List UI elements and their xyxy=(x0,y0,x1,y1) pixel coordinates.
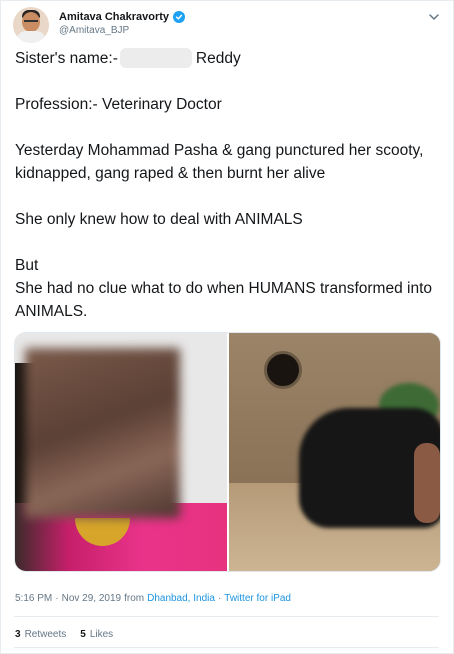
tweet-header: Amitava Chakravorty @Amitava_BJP xyxy=(13,7,443,43)
media-photo-portrait[interactable] xyxy=(15,333,227,571)
tweet-line-but: But xyxy=(15,257,39,274)
tweet-card: Amitava Chakravorty @Amitava_BJP Sister'… xyxy=(0,0,454,654)
author-name-row[interactable]: Amitava Chakravorty xyxy=(59,9,186,25)
verified-badge-icon xyxy=(173,11,186,23)
tweet-date[interactable]: Nov 29, 2019 xyxy=(62,593,122,604)
tweet-location-link[interactable]: Dhanbad, India xyxy=(147,593,215,604)
likes-label: Likes xyxy=(89,629,114,640)
chevron-down-icon[interactable] xyxy=(427,10,441,24)
tweet-time[interactable]: 5:16 PM xyxy=(15,593,52,604)
redacted-name xyxy=(119,48,192,68)
blurred-face xyxy=(25,348,180,518)
author-display-name[interactable]: Amitava Chakravorty xyxy=(59,11,169,23)
divider xyxy=(14,616,439,617)
divider-bottom xyxy=(14,647,439,648)
retweets-stat[interactable]: 3 Retweets xyxy=(15,629,66,640)
likes-count: 5 xyxy=(80,629,86,640)
tweet-meta: 5:16 PM · Nov 29, 2019 from Dhanbad, Ind… xyxy=(15,593,291,604)
tweet-line-animals: She only knew how to deal with ANIMALS xyxy=(15,211,303,228)
tweet-source-link[interactable]: Twitter for iPad xyxy=(224,593,291,604)
tweet-line-sister-name: Sister's name:- Reddy xyxy=(15,48,241,68)
tweet-line-profession: Profession:- Veterinary Doctor xyxy=(15,96,222,113)
retweets-count: 3 xyxy=(15,629,21,640)
tweet-line-incident: Yesterday Mohammad Pasha & gang puncture… xyxy=(15,142,424,182)
author-handle[interactable]: @Amitava_BJP xyxy=(59,25,129,36)
tweet-stats: 3 Retweets 5 Likes xyxy=(15,629,127,640)
media-photo-scene[interactable] xyxy=(229,333,440,571)
retweets-label: Retweets xyxy=(24,629,67,640)
likes-stat[interactable]: 5 Likes xyxy=(80,629,113,640)
avatar[interactable] xyxy=(13,7,49,43)
tweet-text: Sister's name:- Reddy Profession:- Veteri… xyxy=(15,47,440,323)
tweet-line-humans: She had no clue what to do when HUMANS t… xyxy=(15,280,433,320)
tweet-media-grid xyxy=(14,332,441,572)
from-label: from xyxy=(124,593,145,604)
